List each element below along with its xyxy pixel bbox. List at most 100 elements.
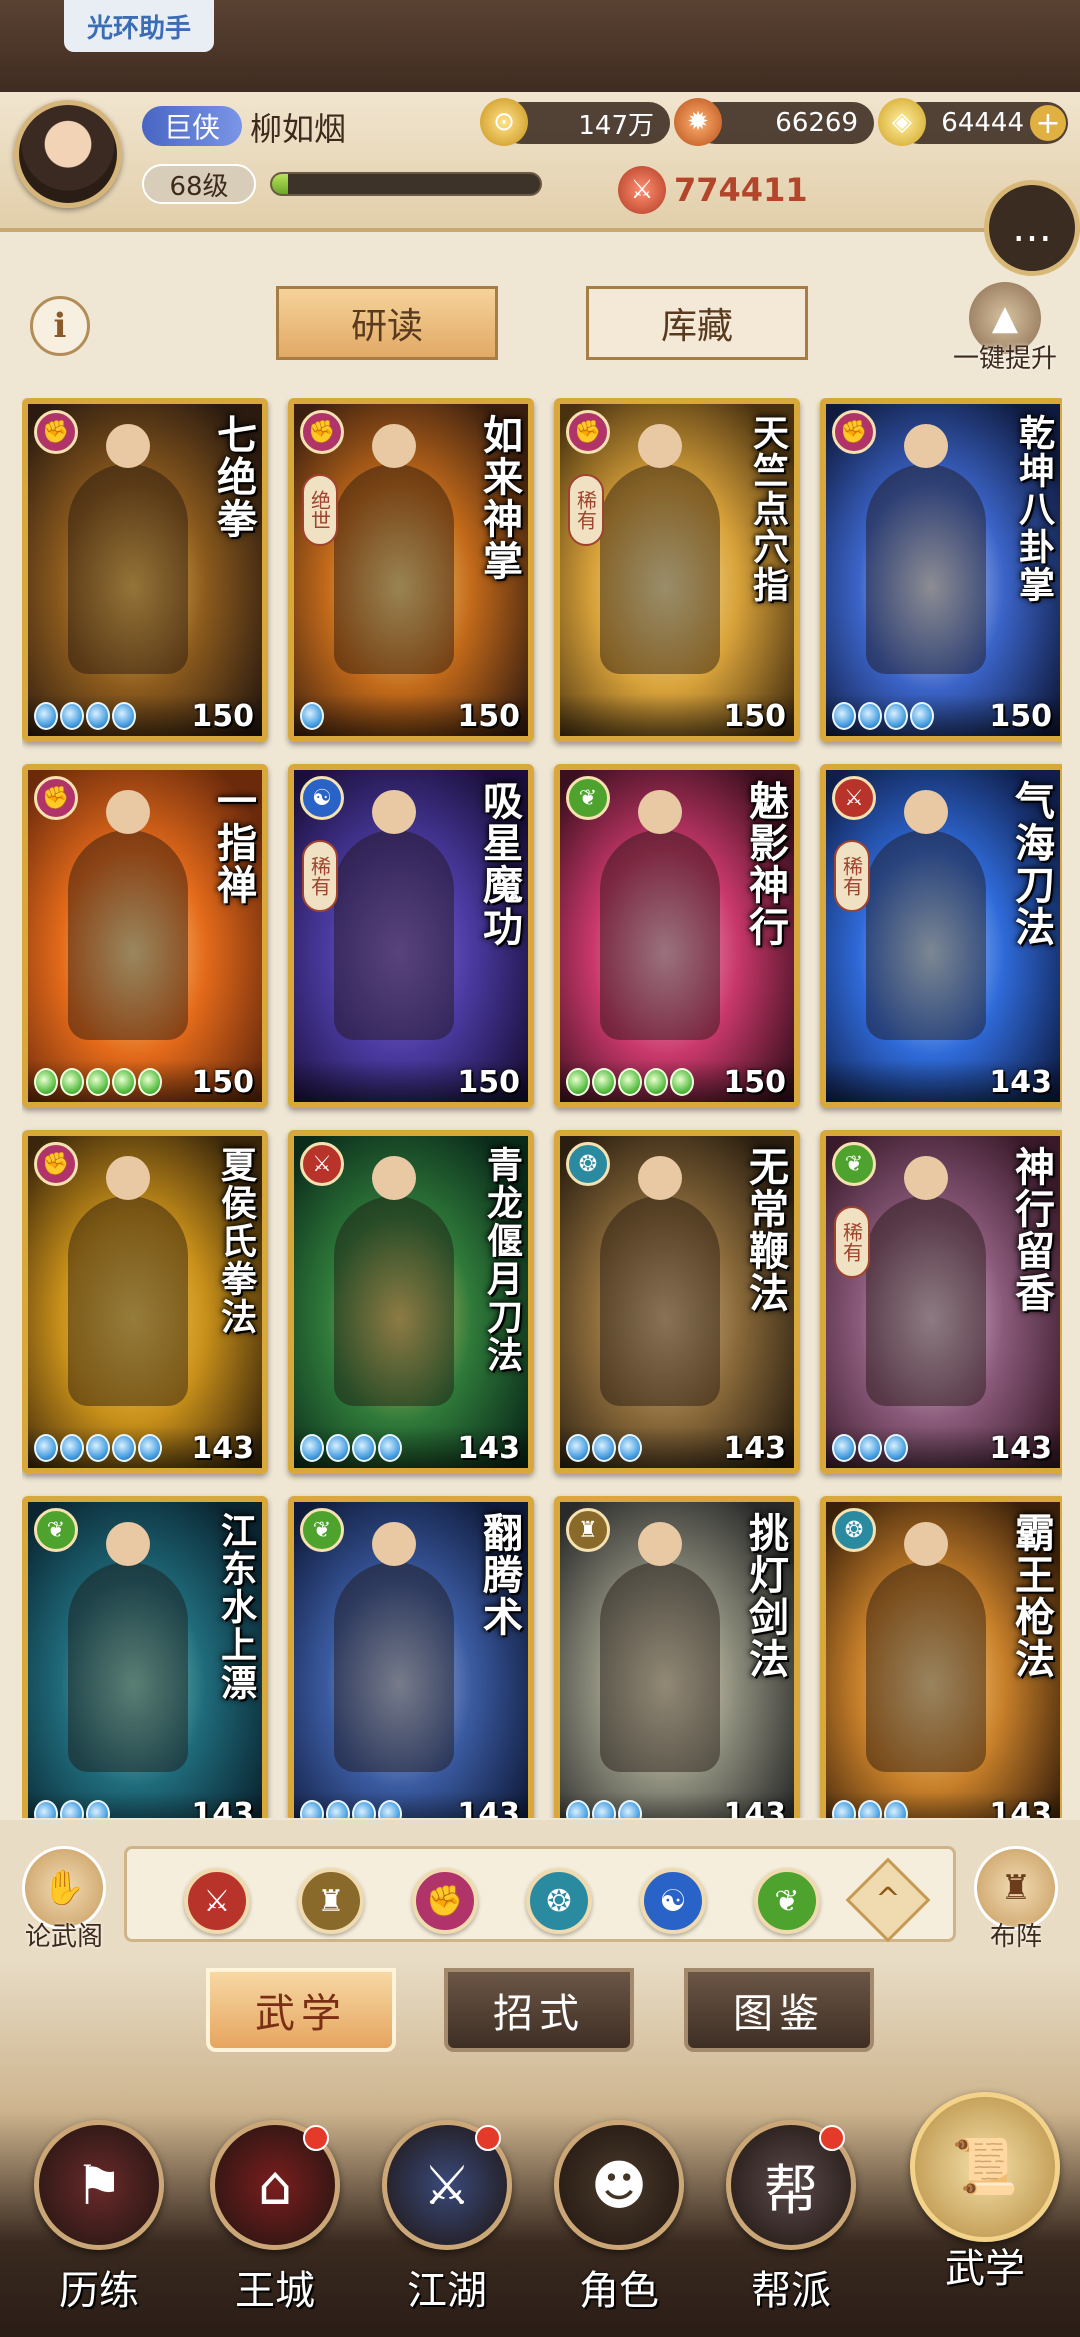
school-filter-sword-icon[interactable]: ♜	[298, 1868, 364, 1934]
coins-value: 147万	[578, 110, 654, 141]
nav-item[interactable]: 📜 武学	[900, 2092, 1070, 2302]
character-figure	[866, 424, 986, 674]
school-icon: ☯	[300, 776, 344, 820]
pip-icon	[86, 1434, 110, 1462]
nav-icon: 📜	[910, 2092, 1060, 2242]
formation-label: 布阵	[989, 1922, 1042, 1952]
card-name: 翻腾术	[476, 1512, 523, 1638]
school-filter-movement-icon[interactable]: ❦	[754, 1868, 820, 1934]
pip-icon	[300, 1800, 324, 1818]
energy-icon: ✹	[674, 98, 722, 146]
skill-card[interactable]: ❂ 无常鞭法 143	[554, 1130, 800, 1474]
star-pips	[300, 1434, 402, 1462]
martial-pavilion-button[interactable]: ✋ 论武阁	[14, 1846, 114, 1956]
card-level: 143	[723, 1431, 786, 1466]
collapse-icon: ^	[875, 1882, 901, 1917]
notification-dot	[303, 2125, 329, 2151]
skill-card[interactable]: ✊ 稀有 天竺点穴指 150	[554, 398, 800, 742]
pip-icon	[910, 702, 934, 730]
nav-item[interactable]: ☻ 角色	[544, 2120, 694, 2330]
nav-label: 角色	[579, 2268, 659, 2314]
rarity-tag: 稀有	[568, 474, 604, 546]
star-pips	[34, 702, 136, 730]
avatar[interactable]	[14, 100, 122, 208]
card-name: 魅影神行	[742, 780, 789, 948]
school-filter-whip-icon[interactable]: ❂	[526, 1868, 592, 1934]
nav-item[interactable]: ⚑ 历练	[24, 2120, 174, 2330]
skill-card[interactable]: ❂ 霸王枪法 143	[820, 1496, 1062, 1818]
one-key-upgrade-button[interactable]: ▲ 一键提升	[930, 282, 1080, 374]
tab-atlas[interactable]: 图鉴	[684, 1968, 874, 2052]
chat-button[interactable]: …	[984, 180, 1080, 276]
card-name: 夏侯氏拳法	[215, 1146, 257, 1336]
info-button[interactable]: i	[30, 296, 90, 356]
pip-icon	[138, 1068, 162, 1096]
nav-item[interactable]: ⌂ 王城	[200, 2120, 350, 2330]
info-icon: i	[53, 306, 67, 346]
character-figure	[68, 424, 188, 674]
skill-card[interactable]: ♜ 挑灯剑法 143	[554, 1496, 800, 1818]
tab-study[interactable]: 研读	[276, 286, 498, 360]
star-pips	[566, 1068, 694, 1096]
skill-card[interactable]: ✊ 七绝拳 150	[22, 398, 268, 742]
tab-moves[interactable]: 招式	[444, 1968, 634, 2052]
nav-item[interactable]: 帮帮派	[716, 2120, 866, 2330]
pip-icon	[566, 1800, 590, 1818]
card-level: 150	[457, 699, 520, 734]
skill-card[interactable]: ✊ 一指禅 150	[22, 764, 268, 1108]
card-level: 143	[457, 1797, 520, 1818]
skill-card[interactable]: ❦ 翻腾术 143	[288, 1496, 534, 1818]
character-figure	[334, 790, 454, 1040]
character-figure	[866, 790, 986, 1040]
card-name: 七绝拳	[210, 414, 257, 540]
xp-bar	[270, 172, 542, 196]
school-icon: ✊	[566, 410, 610, 454]
add-gold-button[interactable]: +	[1030, 105, 1066, 141]
pip-icon	[34, 1434, 58, 1462]
power-display: ⚔ 774411	[618, 166, 808, 214]
pip-icon	[86, 702, 110, 730]
nav-label: 江湖	[407, 2268, 487, 2314]
nav-icon: ⌂	[210, 2120, 340, 2250]
star-pips	[566, 1434, 642, 1462]
formation-button[interactable]: ♜ 布阵	[966, 1846, 1066, 1956]
card-name: 神行留香	[1008, 1146, 1055, 1314]
pip-icon	[884, 1800, 908, 1818]
skill-card[interactable]: ✊ 绝世 如来神掌 150	[288, 398, 534, 742]
school-icon: ⚔	[832, 776, 876, 820]
pip-icon	[138, 1434, 162, 1462]
skill-card[interactable]: ⚔ 稀有 气海刀法 143	[820, 764, 1062, 1108]
pip-icon	[832, 1800, 856, 1818]
school-icon: ❦	[832, 1142, 876, 1186]
nav-icon: ⚔	[382, 2120, 512, 2250]
pip-icon	[112, 1068, 136, 1096]
nav-item[interactable]: ⚔ 江湖	[372, 2120, 522, 2330]
card-name: 气海刀法	[1008, 780, 1055, 948]
card-level: 150	[723, 699, 786, 734]
nav-label: 王城	[235, 2268, 315, 2314]
character-figure	[600, 424, 720, 674]
star-pips	[566, 1800, 642, 1818]
rarity-tag: 绝世	[302, 474, 338, 546]
skill-card[interactable]: ☯ 稀有 吸星魔功 150	[288, 764, 534, 1108]
skill-card[interactable]: ✊ 乾坤八卦掌 150	[820, 398, 1062, 742]
skill-card[interactable]: ⚔ 青龙偃月刀法 143	[288, 1130, 534, 1474]
character-figure	[866, 1522, 986, 1772]
skill-card[interactable]: ❦ 魅影神行 150	[554, 764, 800, 1108]
pip-icon	[832, 702, 856, 730]
school-filter-blade-icon[interactable]: ⚔	[184, 1868, 250, 1934]
tab-collection[interactable]: 库藏	[586, 286, 808, 360]
skill-card[interactable]: ✊ 夏侯氏拳法 143	[22, 1130, 268, 1474]
skill-card-grid: ✊ 七绝拳 150 ✊ 绝世 如来神掌 150 ✊ 稀有 天竺点穴指 150 ✊ 乾坤八卦掌 150 ✊ 一指…	[22, 398, 1062, 1818]
skill-card[interactable]: ❦ 江东水上漂 143	[22, 1496, 268, 1818]
school-filter-internal-icon[interactable]: ☯	[640, 1868, 706, 1934]
star-pips	[34, 1434, 162, 1462]
martial-pavilion-label: 论武阁	[24, 1922, 103, 1952]
character-figure	[866, 1156, 986, 1406]
helper-tag[interactable]: 光环助手	[64, 0, 214, 52]
school-filter-fist-icon[interactable]: ✊	[412, 1868, 478, 1934]
skill-card[interactable]: ❦ 稀有 神行留香 143	[820, 1130, 1062, 1474]
card-name: 无常鞭法	[742, 1146, 789, 1314]
tab-martial-arts[interactable]: 武学	[206, 1968, 396, 2052]
nav-icon: ☻	[554, 2120, 684, 2250]
